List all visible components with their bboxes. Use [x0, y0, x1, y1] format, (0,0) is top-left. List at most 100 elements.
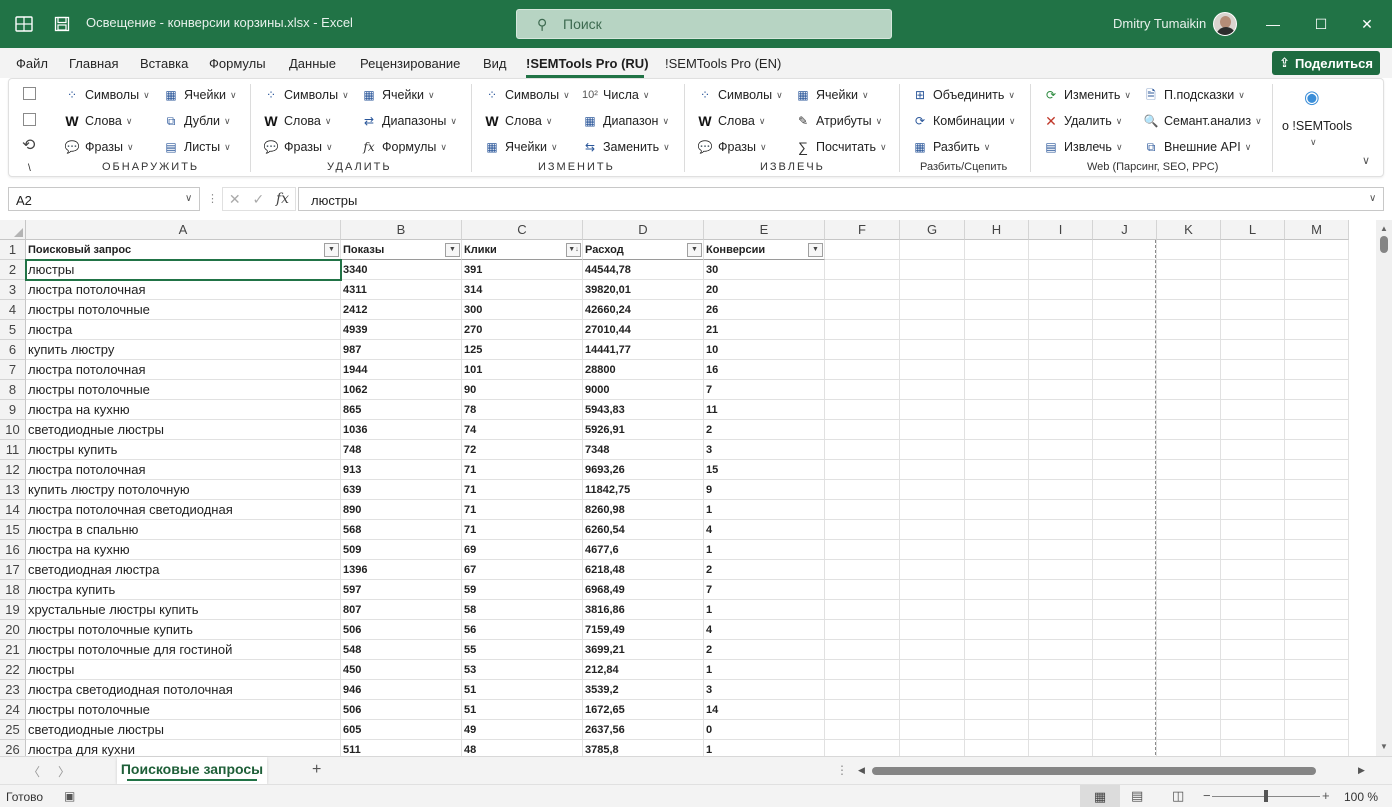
table-cell[interactable] — [900, 440, 965, 460]
row-header[interactable]: 20 — [0, 620, 26, 640]
column-header-h[interactable]: H — [965, 220, 1029, 240]
table-cell[interactable]: люстра потолочная — [26, 460, 341, 480]
tab-insert[interactable]: Вставка — [140, 56, 188, 71]
table-cell[interactable] — [1285, 540, 1349, 560]
table-cell[interactable]: 1944 — [341, 360, 462, 380]
table-cell[interactable] — [1157, 480, 1221, 500]
table-cell[interactable] — [900, 460, 965, 480]
table-cell[interactable]: 2 — [704, 420, 825, 440]
table-cell[interactable] — [1029, 500, 1093, 520]
row-header[interactable]: 8 — [0, 380, 26, 400]
table-cell[interactable] — [965, 340, 1029, 360]
table-cell[interactable] — [1093, 720, 1157, 740]
table-cell[interactable]: 4311 — [341, 280, 462, 300]
table-cell[interactable]: 26 — [704, 300, 825, 320]
tab-view[interactable]: Вид — [483, 56, 507, 71]
column-header-j[interactable]: J — [1093, 220, 1157, 240]
table-cell[interactable]: 1036 — [341, 420, 462, 440]
table-header-cell[interactable] — [1093, 240, 1157, 260]
table-cell[interactable]: 2 — [704, 640, 825, 660]
filter-dropdown-icon[interactable]: ▼ — [324, 243, 339, 257]
table-cell[interactable] — [1285, 460, 1349, 480]
table-cell[interactable]: люстра на кухню — [26, 540, 341, 560]
table-cell[interactable]: 44544,78 — [583, 260, 704, 280]
table-cell[interactable]: 2 — [704, 560, 825, 580]
table-cell[interactable]: 71 — [462, 460, 583, 480]
merge-button[interactable]: ⊞ Объединить ∨ — [911, 86, 1015, 104]
table-cell[interactable]: люстра в спальню — [26, 520, 341, 540]
table-cell[interactable]: 7 — [704, 380, 825, 400]
change-replace-button[interactable]: ⇆ Заменить ∨ — [581, 138, 670, 156]
table-cell[interactable]: 1 — [704, 660, 825, 680]
table-cell[interactable] — [825, 380, 900, 400]
table-cell[interactable] — [1029, 520, 1093, 540]
table-cell[interactable] — [900, 300, 965, 320]
tab-semtools-ru[interactable]: !SEMTools Pro (RU) — [526, 56, 649, 71]
table-cell[interactable]: люстры потолочные купить — [26, 620, 341, 640]
table-cell[interactable] — [1093, 560, 1157, 580]
table-cell[interactable] — [900, 560, 965, 580]
table-cell[interactable] — [1157, 500, 1221, 520]
table-cell[interactable] — [1285, 580, 1349, 600]
table-cell[interactable]: 39820,01 — [583, 280, 704, 300]
table-cell[interactable] — [1285, 300, 1349, 320]
table-cell[interactable] — [965, 480, 1029, 500]
table-cell[interactable] — [1285, 680, 1349, 700]
table-header-cell[interactable] — [965, 240, 1029, 260]
add-sheet-icon[interactable]: + — [312, 761, 321, 779]
table-cell[interactable]: 890 — [341, 500, 462, 520]
table-cell[interactable] — [1093, 660, 1157, 680]
sheet-prev-icon[interactable]: 〈 — [28, 763, 40, 780]
table-cell[interactable] — [1029, 580, 1093, 600]
table-cell[interactable] — [1221, 580, 1285, 600]
remove-words-button[interactable]: W Слова ∨ — [262, 112, 331, 130]
sheet-next-icon[interactable]: 〉 — [58, 763, 70, 780]
table-cell[interactable] — [1093, 500, 1157, 520]
zoom-out-icon[interactable]: − — [1203, 788, 1211, 803]
table-cell[interactable]: 946 — [341, 680, 462, 700]
table-cell[interactable]: купить люстру потолочную — [26, 480, 341, 500]
table-cell[interactable] — [1285, 600, 1349, 620]
column-header-m[interactable]: M — [1285, 220, 1349, 240]
share-button[interactable]: ⇪ Поделиться — [1272, 51, 1380, 75]
row-header[interactable]: 5 — [0, 320, 26, 340]
row-header[interactable]: 17 — [0, 560, 26, 580]
table-cell[interactable] — [900, 720, 965, 740]
row-header[interactable]: 15 — [0, 520, 26, 540]
table-cell[interactable] — [825, 560, 900, 580]
table-cell[interactable] — [965, 420, 1029, 440]
scroll-right-icon[interactable]: ▶ — [1358, 765, 1365, 776]
table-cell[interactable]: 8260,98 — [583, 500, 704, 520]
table-cell[interactable] — [1157, 420, 1221, 440]
table-cell[interactable] — [1029, 400, 1093, 420]
table-cell[interactable]: 125 — [462, 340, 583, 360]
table-cell[interactable]: 450 — [341, 660, 462, 680]
table-cell[interactable] — [1029, 720, 1093, 740]
table-cell[interactable]: 3 — [704, 680, 825, 700]
table-cell[interactable] — [825, 640, 900, 660]
table-cell[interactable] — [900, 420, 965, 440]
vertical-scrollbar[interactable]: ▲ ▼ — [1376, 220, 1392, 756]
extract-cells-button[interactable]: ▦ Ячейки ∨ — [794, 86, 868, 104]
table-cell[interactable]: светодиодные люстры — [26, 720, 341, 740]
row-header[interactable]: 12 — [0, 460, 26, 480]
more-icon[interactable]: ⋮ — [836, 763, 848, 777]
table-cell[interactable]: 3785,8 — [583, 740, 704, 756]
table-cell[interactable] — [900, 680, 965, 700]
table-cell[interactable]: 748 — [341, 440, 462, 460]
table-cell[interactable]: 11 — [704, 400, 825, 420]
table-cell[interactable] — [1029, 540, 1093, 560]
table-cell[interactable] — [1157, 300, 1221, 320]
table-cell[interactable] — [1093, 700, 1157, 720]
table-cell[interactable] — [1285, 500, 1349, 520]
table-cell[interactable]: 90 — [462, 380, 583, 400]
table-cell[interactable]: 4 — [704, 620, 825, 640]
table-cell[interactable]: 2637,56 — [583, 720, 704, 740]
column-header-l[interactable]: L — [1221, 220, 1285, 240]
table-cell[interactable]: 9693,26 — [583, 460, 704, 480]
table-cell[interactable] — [1285, 700, 1349, 720]
table-cell[interactable]: люстра потолочная — [26, 360, 341, 380]
view-page-break-icon[interactable]: ◫ — [1172, 788, 1184, 804]
table-cell[interactable] — [900, 700, 965, 720]
table-cell[interactable] — [1221, 540, 1285, 560]
